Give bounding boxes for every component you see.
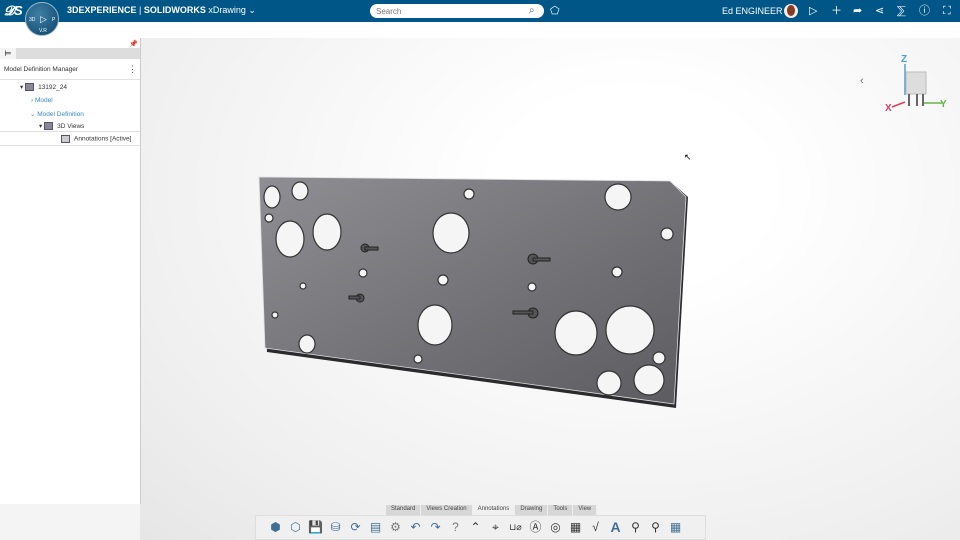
product-name: 3DEXPERIENCE xyxy=(67,5,137,15)
command-toolbar: ⬢ ⬡ 💾 ⛁ ⟳ ▤ ⚙ ↶ ↷ ? ⌃ ⌖ ⊔⌀ Ⓐ ◎ ▦ √ A ⚲ ⚲… xyxy=(255,515,706,540)
help-icon[interactable]: ? xyxy=(448,520,463,535)
sheet-icon[interactable]: ▤ xyxy=(368,520,383,535)
app-title[interactable]: 3DEXPERIENCE | SOLIDWORKS xDrawing ⌄ xyxy=(67,5,256,16)
rebuild-icon[interactable]: ⟳ xyxy=(348,520,363,535)
axis-x-label: X xyxy=(885,103,892,114)
axis-z-label: Z xyxy=(901,54,907,65)
3ds-logo[interactable]: 𝓓S xyxy=(4,3,23,19)
tab-drawing[interactable]: Drawing xyxy=(515,505,549,515)
smart-dimension-icon[interactable]: ⌃ xyxy=(468,520,483,535)
part-icon xyxy=(25,83,35,92)
chevron-left-icon[interactable]: ‹ xyxy=(860,75,864,87)
tab-tools[interactable]: Tools xyxy=(548,505,574,515)
add-icon[interactable]: ＋ xyxy=(831,4,842,18)
tree-node-3d-views[interactable]: ▾ 3D Views xyxy=(39,122,85,131)
save-icon[interactable]: 💾 xyxy=(308,520,323,535)
datum-target-icon[interactable]: ◎ xyxy=(548,520,563,535)
command-manager-tabs: Standard Views Creation Annotations Draw… xyxy=(386,505,598,515)
gtol-icon[interactable]: ▦ xyxy=(568,520,583,535)
tree-label: Model Definition xyxy=(37,111,84,118)
auto-balloon-icon[interactable]: ⚲ xyxy=(648,520,663,535)
divider xyxy=(0,145,140,146)
surface-finish-icon[interactable]: √ xyxy=(588,520,603,535)
compass-p[interactable]: P xyxy=(52,17,55,23)
tree-node-annotations[interactable]: Annotations [Active] xyxy=(61,135,131,143)
plate-face xyxy=(258,176,687,405)
tab-views-creation[interactable]: Views Creation xyxy=(421,505,473,515)
undo-icon[interactable]: ↶ xyxy=(408,520,423,535)
community-icon[interactable]: ⅀ xyxy=(897,4,906,18)
compass-3d[interactable]: 3D xyxy=(29,17,35,23)
user-name[interactable]: Ed ENGINEER xyxy=(722,6,783,16)
part-model[interactable] xyxy=(250,170,700,420)
compass-widget[interactable]: 3D ▷ P V.R xyxy=(25,2,59,36)
fullscreen-icon[interactable]: ⛶ xyxy=(943,4,951,18)
view-icon[interactable]: ⬡ xyxy=(288,520,303,535)
share-icon[interactable]: ⋖ xyxy=(875,4,884,18)
title-separator: | xyxy=(136,5,144,15)
divider xyxy=(0,79,140,80)
tree-label: Model xyxy=(34,97,53,104)
help-icon[interactable]: ⓘ xyxy=(919,4,930,18)
tab-annotations[interactable]: Annotations xyxy=(472,505,516,515)
tree-label: Annotations [Active] xyxy=(74,135,132,143)
location-dimension-icon[interactable]: ⊔⌀ xyxy=(508,520,523,535)
search-icon[interactable]: ⌕ xyxy=(529,4,535,18)
feature-manager-panel: 📌 ⊨ Model Definition Manager ⋮ ▾ 13192_2… xyxy=(0,38,141,504)
panel-tabs: ⊨ xyxy=(0,48,140,59)
more-menu-icon[interactable]: ⋮ xyxy=(128,64,137,75)
compass-vr[interactable]: V.R xyxy=(39,28,47,34)
role-name: xDrawing xyxy=(208,5,246,15)
mouse-cursor: ↖ xyxy=(684,152,692,162)
datum-icon[interactable]: Ⓐ xyxy=(528,520,543,535)
header-band xyxy=(0,22,960,38)
tab-view[interactable]: View xyxy=(573,505,598,515)
center-mark-icon[interactable]: ⌖ xyxy=(488,520,503,535)
chevron-down-icon[interactable]: ⌄ xyxy=(248,5,256,15)
tree-node-model-definition[interactable]: ⌄ Model Definition xyxy=(30,110,84,118)
3d-views-icon xyxy=(44,122,54,131)
3d-view-icon[interactable]: ⬢ xyxy=(268,520,283,535)
app-name: SOLIDWORKS xyxy=(143,5,206,15)
tag-icon[interactable]: ⬠ xyxy=(550,4,560,18)
database-icon[interactable]: ⛁ xyxy=(328,520,343,535)
balloon-icon[interactable]: ⚲ xyxy=(628,520,643,535)
tree-label: 13192_24 xyxy=(38,84,67,91)
annotation-view-icon xyxy=(61,135,70,143)
play-icon[interactable]: ▷ xyxy=(40,14,47,25)
tab-standard[interactable]: Standard xyxy=(386,505,422,515)
panel-title: Model Definition Manager xyxy=(4,66,79,73)
tree-label: 3D Views xyxy=(57,123,85,130)
share-arrow-icon[interactable]: ➦ xyxy=(853,4,862,18)
note-icon[interactable]: A xyxy=(608,520,623,535)
divider xyxy=(0,131,140,132)
view-triad[interactable]: Z Y X xyxy=(880,50,955,115)
notifications-icon[interactable]: ▷ xyxy=(809,4,817,18)
search-input[interactable] xyxy=(370,4,544,18)
axis-y-label: Y xyxy=(940,99,947,110)
redo-icon[interactable]: ↷ xyxy=(428,520,443,535)
table-icon[interactable]: ▦ xyxy=(668,520,683,535)
settings-icon[interactable]: ⚙ xyxy=(388,520,403,535)
tree-tab-icon[interactable]: ⊨ xyxy=(0,48,16,59)
top-bar: 𝓓S 3D ▷ P V.R 3DEXPERIENCE | SOLIDWORKS … xyxy=(0,0,960,36)
tree-node-part[interactable]: ▾ 13192_24 xyxy=(20,83,67,92)
pin-icon[interactable]: 📌 xyxy=(129,40,138,48)
avatar[interactable] xyxy=(784,4,798,18)
tree-node-model[interactable]: › Model xyxy=(31,97,53,104)
